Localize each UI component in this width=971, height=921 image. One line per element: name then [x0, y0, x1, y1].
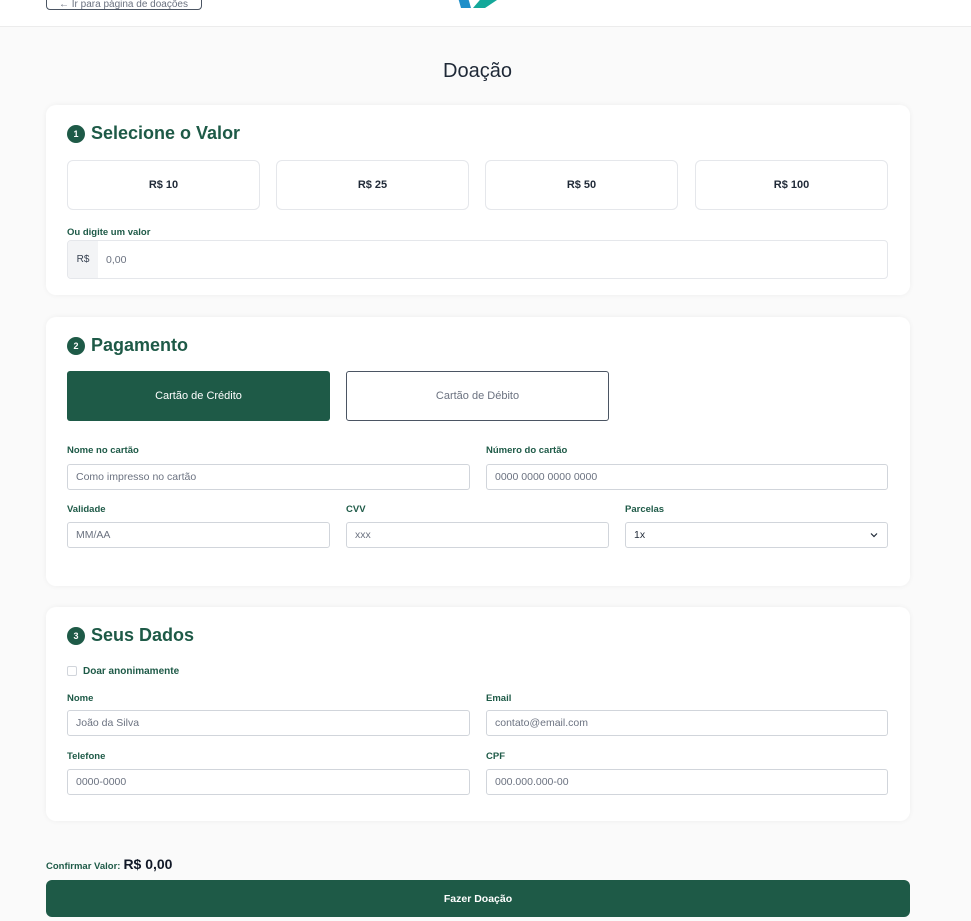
- cpf-input[interactable]: 000.000.000-00: [486, 769, 888, 795]
- cvv-input[interactable]: xxx: [346, 522, 609, 548]
- confirm-amount: Confirmar Valor: R$ 0,00: [46, 856, 172, 872]
- custom-amount-placeholder: 0,00: [106, 253, 127, 266]
- card-name-input[interactable]: Como impresso no cartão: [67, 464, 470, 490]
- card-number-label: Número do cartão: [486, 445, 568, 456]
- cpf-label: CPF: [486, 751, 505, 762]
- email-input[interactable]: contato@email.com: [486, 710, 888, 736]
- card-number-input[interactable]: 0000 0000 0000 0000: [486, 464, 888, 490]
- debit-card-tab[interactable]: Cartão de Débito: [346, 371, 609, 421]
- brand-logo[interactable]: [457, 0, 497, 8]
- custom-amount-label: Ou digite um valor: [67, 227, 151, 238]
- amount-option-10[interactable]: R$ 10: [67, 160, 260, 210]
- installments-value: 1x: [634, 529, 646, 541]
- section-data-header: 3 Seus Dados: [67, 625, 194, 646]
- confirm-amount-label: Confirmar Valor:: [46, 861, 121, 872]
- section-value-header: 1 Selecione o Valor: [67, 123, 240, 144]
- expiry-input[interactable]: MM/AA: [67, 522, 330, 548]
- page-title: Doação: [443, 60, 512, 82]
- anonymous-label[interactable]: Doar anonimamente: [83, 666, 179, 677]
- make-donation-button[interactable]: Fazer Doação: [46, 880, 910, 917]
- top-bar: ← Ir para página de doações: [0, 0, 971, 27]
- section-payment-header: 2 Pagamento: [67, 335, 188, 356]
- step-number-badge: 1: [67, 124, 85, 143]
- amount-option-25[interactable]: R$ 25: [276, 160, 469, 210]
- name-input[interactable]: João da Silva: [67, 710, 470, 736]
- phone-input[interactable]: 0000-0000: [67, 769, 470, 795]
- step-number-badge: 3: [67, 626, 85, 645]
- credit-card-tab[interactable]: Cartão de Crédito: [67, 371, 330, 421]
- anonymous-checkbox[interactable]: [67, 666, 77, 676]
- section-title: Selecione o Valor: [91, 123, 241, 143]
- confirm-amount-value: R$ 0,00: [123, 856, 173, 872]
- name-label: Nome: [67, 693, 94, 704]
- section-payment-card: 2 Pagamento Cartão de Crédito Cartão de …: [46, 317, 910, 586]
- amount-option-50[interactable]: R$ 50: [485, 160, 678, 210]
- amount-option-100[interactable]: R$ 100: [695, 160, 888, 210]
- section-personal-data-card: 3 Seus Dados Doar anonimamente Nome João…: [46, 607, 910, 821]
- currency-prefix: R$: [68, 241, 98, 278]
- section-title: Pagamento: [91, 335, 189, 355]
- expiry-label: Validade: [67, 504, 106, 515]
- installments-label: Parcelas: [625, 504, 665, 515]
- custom-amount-input[interactable]: R$ 0,00: [67, 240, 888, 279]
- installments-select[interactable]: 1x: [625, 522, 888, 548]
- section-title: Seus Dados: [91, 625, 195, 645]
- chevron-down-icon: [870, 533, 878, 538]
- cvv-label: CVV: [346, 504, 366, 515]
- section-value-card: 1 Selecione o Valor R$ 10 R$ 25 R$ 50 R$…: [46, 105, 910, 295]
- step-number-badge: 2: [67, 336, 85, 355]
- card-name-label: Nome no cartão: [67, 445, 139, 456]
- phone-label: Telefone: [67, 751, 106, 762]
- email-label: Email: [486, 693, 512, 704]
- back-to-donations-link[interactable]: ← Ir para página de doações: [46, 0, 202, 10]
